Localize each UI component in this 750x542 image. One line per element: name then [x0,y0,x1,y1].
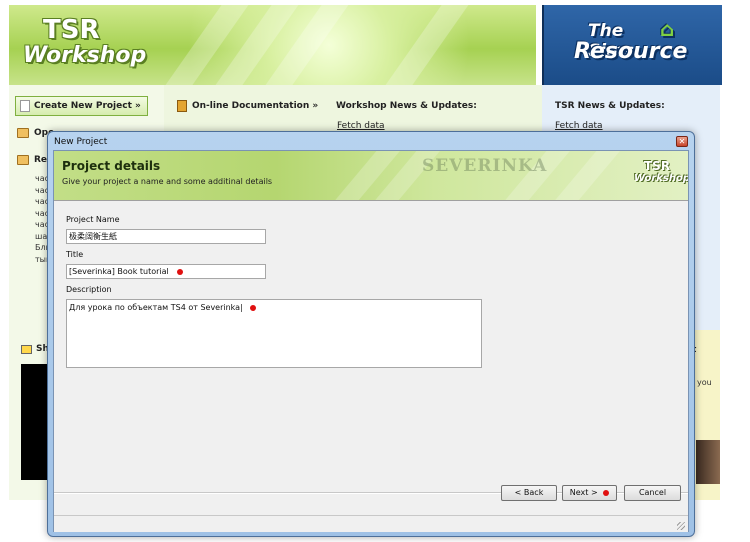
title-label: Title [66,250,84,259]
workshop-news-fetch-link[interactable]: Fetch data [337,121,385,131]
sims-resource-header: The Sims Resource ⌂ [542,5,722,85]
tsr-workshop-logo: TSR Workshop [23,15,147,68]
workshop-news-heading: Workshop News & Updates: [336,101,477,111]
banner-subtitle: Give your project a name and some additi… [62,177,273,186]
project-name-input[interactable]: 极柔阔衡生紙 [66,229,266,244]
cancel-button[interactable]: Cancel [624,485,681,501]
project-name-label: Project Name [66,215,120,224]
resize-grip-icon[interactable] [677,522,685,530]
watermark-text: SEVERINKA [422,156,548,176]
banner-title: Project details [62,159,161,173]
tsr-workshop-mini-logo: TSR Workshop [634,159,688,184]
promo-image [696,440,720,484]
back-button[interactable]: < Back [501,485,557,501]
document-icon [20,100,30,112]
description-label: Description [66,285,112,294]
book-icon [177,100,187,112]
workshop-header-banner: TSR Workshop [9,5,536,85]
folder-icon [17,128,29,138]
description-textarea[interactable]: Для урока по объектам TS4 от Severinka| [66,299,482,368]
create-new-project-button[interactable]: Create New Project » [15,96,148,116]
dialog-content: Project details Give your project a name… [53,150,689,532]
tsr-news-fetch-link[interactable]: Fetch data [555,121,603,131]
title-input[interactable]: [Severinka] Book tutorial [66,264,266,279]
annotation-dot [177,268,184,275]
next-button[interactable]: Next > [562,485,617,501]
project-details-banner: Project details Give your project a name… [54,151,688,201]
annotation-dot [603,489,610,496]
promo-text-fragment: you [697,378,712,387]
recent-folder-icon [17,155,29,165]
online-documentation-link[interactable]: On-line Documentation » [177,100,318,112]
house-icon: ⌂ [660,17,675,41]
close-icon[interactable]: ✕ [676,136,688,147]
new-project-dialog: New Project ✕ Project details Give your … [47,131,695,537]
video-preview[interactable] [21,364,49,480]
dialog-status-bar [54,515,688,532]
annotation-dot [250,304,257,311]
tsr-news-heading: TSR News & Updates: [555,101,665,111]
monitor-icon [21,344,32,354]
dialog-title: New Project [54,137,108,147]
